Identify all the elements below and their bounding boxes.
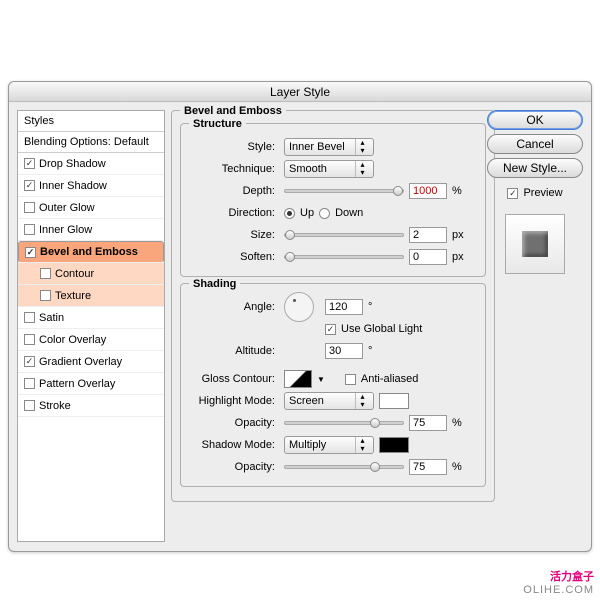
chevron-updown-icon: ▴▾ — [355, 139, 369, 155]
soften-slider[interactable] — [284, 255, 404, 259]
blending-options[interactable]: Blending Options: Default — [18, 132, 164, 153]
s-opacity-slider[interactable] — [284, 465, 404, 469]
style-outer-glow[interactable]: Outer Glow — [18, 197, 164, 219]
checkbox-icon[interactable] — [24, 202, 35, 213]
direction-down-radio[interactable] — [319, 208, 330, 219]
style-stroke[interactable]: Stroke — [18, 395, 164, 417]
style-bevel-emboss[interactable]: ✓Bevel and Emboss — [18, 241, 164, 263]
gloss-contour-picker[interactable] — [284, 370, 312, 388]
style-contour[interactable]: Contour — [18, 263, 164, 285]
h-opacity-input[interactable]: 75 — [409, 415, 447, 431]
checkbox-icon[interactable] — [24, 224, 35, 235]
size-unit: px — [452, 229, 464, 241]
shadow-color-swatch[interactable] — [379, 437, 409, 453]
size-slider[interactable] — [284, 233, 404, 237]
style-inner-shadow[interactable]: ✓Inner Shadow — [18, 175, 164, 197]
s-opacity-input[interactable]: 75 — [409, 459, 447, 475]
soften-unit: px — [452, 251, 464, 263]
checkbox-icon[interactable]: ✓ — [24, 356, 35, 367]
preview-thumbnail — [505, 214, 565, 274]
h-opacity-slider[interactable] — [284, 421, 404, 425]
global-light-checkbox[interactable]: ✓ — [325, 324, 336, 335]
antialiased-checkbox[interactable] — [345, 374, 356, 385]
depth-input[interactable]: 1000 — [409, 183, 447, 199]
checkbox-icon[interactable] — [40, 290, 51, 301]
checkbox-icon[interactable] — [24, 334, 35, 345]
altitude-label: Altitude: — [189, 345, 279, 357]
action-buttons: OK Cancel New Style... ✓ Preview — [487, 110, 583, 274]
style-color-overlay[interactable]: Color Overlay — [18, 329, 164, 351]
h-opacity-label: Opacity: — [189, 417, 279, 429]
shading-group: Shading Angle: 120 ° ✓Use Global Light A… — [180, 283, 486, 487]
h-opacity-unit: % — [452, 417, 462, 429]
checkbox-icon[interactable] — [40, 268, 51, 279]
s-opacity-unit: % — [452, 461, 462, 473]
angle-dial[interactable] — [284, 292, 314, 322]
direction-up-radio[interactable] — [284, 208, 295, 219]
shadow-mode-select[interactable]: Multiply▴▾ — [284, 436, 374, 454]
chevron-down-icon[interactable]: ▼ — [317, 375, 325, 384]
angle-unit: ° — [368, 301, 372, 313]
checkbox-icon[interactable]: ✓ — [25, 247, 36, 258]
bevel-emboss-group: Bevel and Emboss Structure Style: Inner … — [171, 110, 495, 502]
style-label: Style: — [189, 141, 279, 153]
altitude-unit: ° — [368, 345, 372, 357]
checkbox-icon[interactable]: ✓ — [24, 180, 35, 191]
checkbox-icon[interactable] — [24, 400, 35, 411]
cancel-button[interactable]: Cancel — [487, 134, 583, 154]
chevron-updown-icon: ▴▾ — [355, 437, 369, 453]
soften-input[interactable]: 0 — [409, 249, 447, 265]
style-inner-glow[interactable]: Inner Glow — [18, 219, 164, 241]
settings-panel: Bevel and Emboss Structure Style: Inner … — [171, 110, 495, 508]
technique-label: Technique: — [189, 163, 279, 175]
shadow-label: Shadow Mode: — [189, 439, 279, 451]
structure-group: Structure Style: Inner Bevel▴▾ Technique… — [180, 123, 486, 277]
soften-label: Soften: — [189, 251, 279, 263]
chevron-updown-icon: ▴▾ — [355, 393, 369, 409]
depth-label: Depth: — [189, 185, 279, 197]
highlight-mode-select[interactable]: Screen▴▾ — [284, 392, 374, 410]
gloss-label: Gloss Contour: — [189, 373, 279, 385]
preview-label: Preview — [523, 187, 562, 199]
new-style-button[interactable]: New Style... — [487, 158, 583, 178]
s-opacity-label: Opacity: — [189, 461, 279, 473]
style-texture[interactable]: Texture — [18, 285, 164, 307]
size-label: Size: — [189, 229, 279, 241]
preview-checkbox[interactable]: ✓ — [507, 188, 518, 199]
angle-input[interactable]: 120 — [325, 299, 363, 315]
shading-legend: Shading — [189, 278, 240, 290]
checkbox-icon[interactable] — [24, 378, 35, 389]
highlight-label: Highlight Mode: — [189, 395, 279, 407]
dialog-title: Layer Style — [9, 82, 591, 102]
depth-slider[interactable] — [284, 189, 404, 193]
panel-title: Bevel and Emboss — [180, 105, 286, 117]
chevron-updown-icon: ▴▾ — [355, 161, 369, 177]
structure-legend: Structure — [189, 118, 246, 130]
style-pattern-overlay[interactable]: Pattern Overlay — [18, 373, 164, 395]
styles-list: Styles Blending Options: Default ✓Drop S… — [17, 110, 165, 542]
preview-swatch — [522, 231, 548, 257]
checkbox-icon[interactable] — [24, 312, 35, 323]
styles-header[interactable]: Styles — [18, 111, 164, 132]
highlight-color-swatch[interactable] — [379, 393, 409, 409]
technique-select[interactable]: Smooth▴▾ — [284, 160, 374, 178]
style-gradient-overlay[interactable]: ✓Gradient Overlay — [18, 351, 164, 373]
direction-label: Direction: — [189, 207, 279, 219]
style-satin[interactable]: Satin — [18, 307, 164, 329]
angle-label: Angle: — [189, 301, 279, 313]
checkbox-icon[interactable]: ✓ — [24, 158, 35, 169]
altitude-input[interactable]: 30 — [325, 343, 363, 359]
style-drop-shadow[interactable]: ✓Drop Shadow — [18, 153, 164, 175]
ok-button[interactable]: OK — [487, 110, 583, 130]
depth-unit: % — [452, 185, 462, 197]
watermark: 活力盒子 OLIHE.COM — [523, 568, 594, 596]
style-select[interactable]: Inner Bevel▴▾ — [284, 138, 374, 156]
size-input[interactable]: 2 — [409, 227, 447, 243]
layer-style-dialog: Layer Style Styles Blending Options: Def… — [8, 81, 592, 552]
